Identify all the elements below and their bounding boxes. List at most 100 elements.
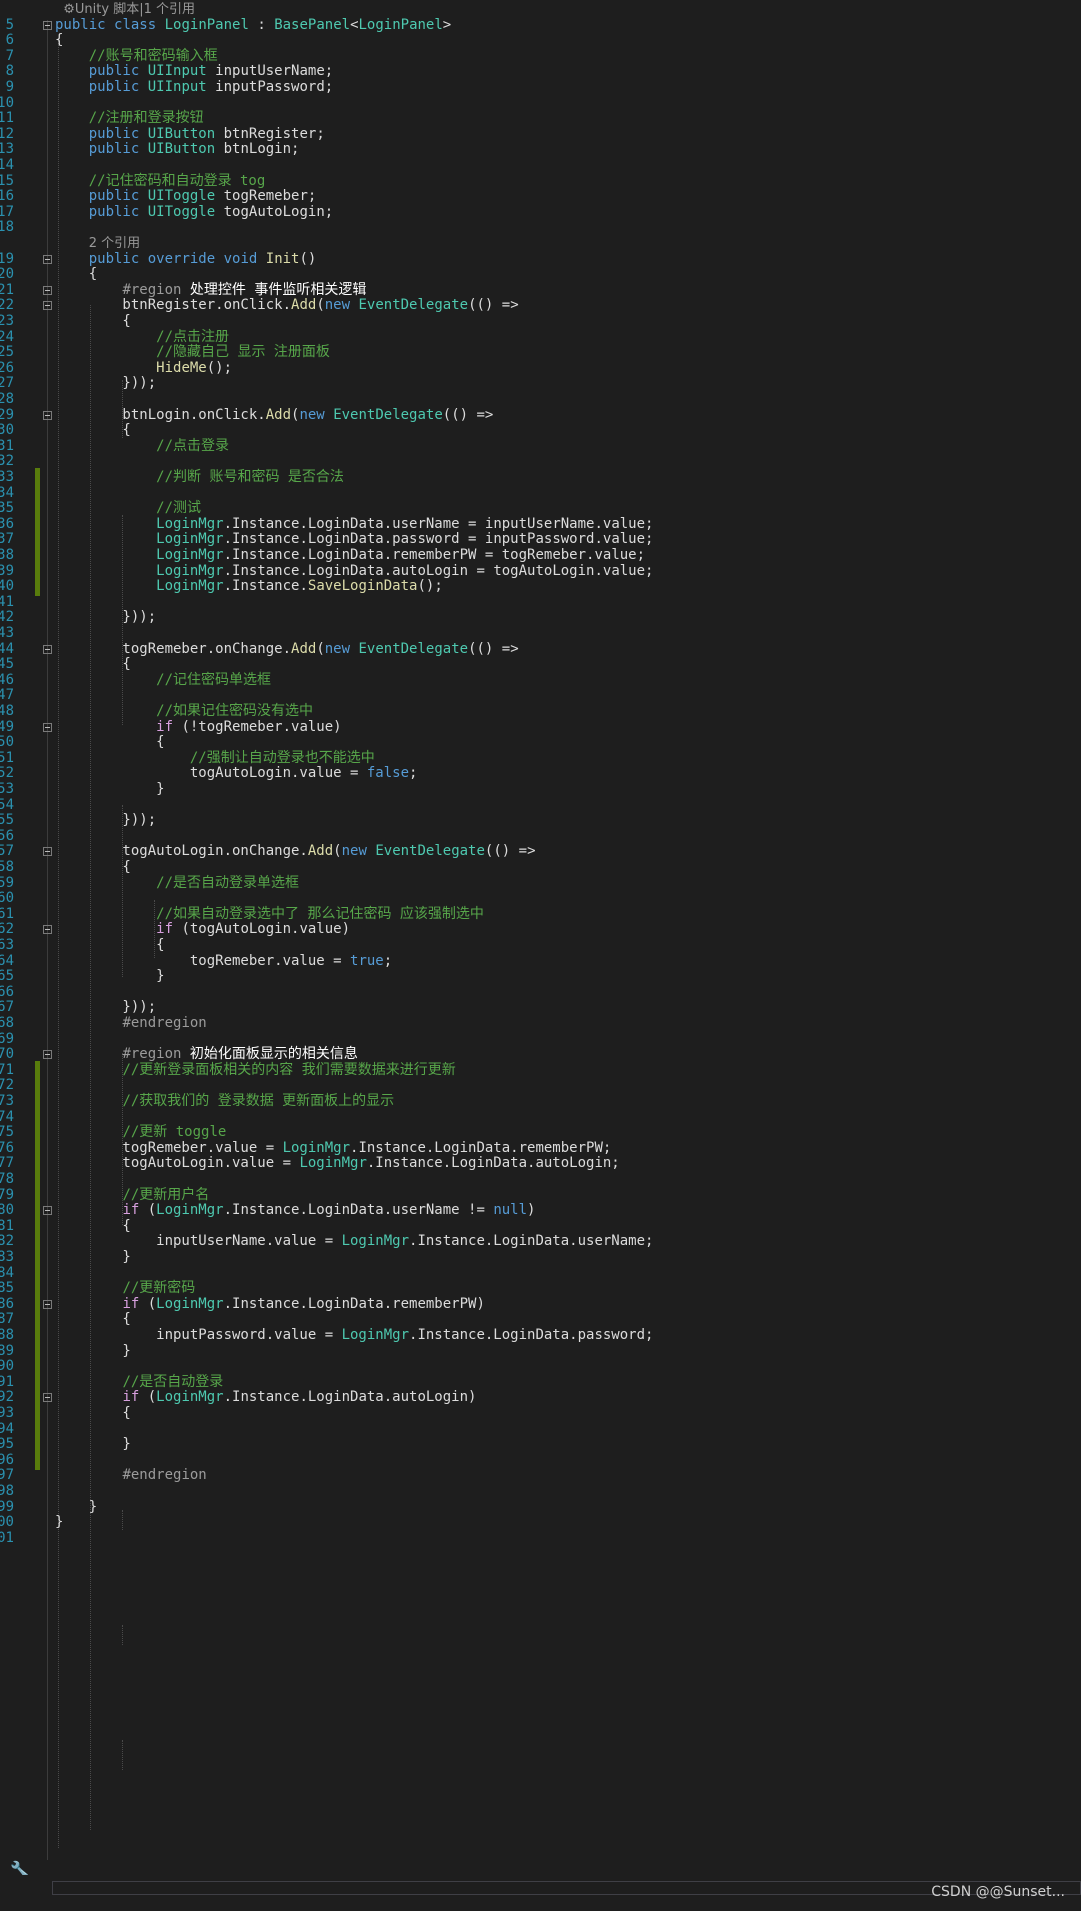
code-token: LoginMgr [341, 1327, 410, 1343]
code-token: } [55, 1249, 131, 1265]
code-token: ( [139, 1389, 157, 1405]
collapse-icon[interactable] [43, 411, 52, 420]
code-token: btnRegister.onClick. [55, 297, 292, 313]
code-token: togAutoLogin.value = [55, 1155, 300, 1171]
code-token: inputPassword.value = [55, 1327, 342, 1343]
code-token: .Instance.LoginData.userName; [409, 1233, 654, 1249]
code-token: if [122, 1202, 140, 1218]
collapse-icon[interactable] [43, 925, 52, 934]
indent-guide [122, 1740, 123, 1770]
code-token: new [341, 843, 367, 859]
code-token: .Instance.LoginData.password = inputPass… [223, 531, 654, 547]
collapse-icon[interactable] [43, 645, 52, 654]
code-token: if [156, 921, 174, 937]
code-editor[interactable]: ⚙Unity 脚本|1 个引用 5 public class LoginPanel … [0, 0, 1081, 1875]
code-token: //如果记住密码没有选中 [156, 703, 314, 719]
line-number: 101 [0, 1530, 14, 1546]
collapse-icon[interactable] [43, 286, 52, 295]
code-token: 初始化面板显示的相关信息 [189, 1046, 358, 1062]
code-token: ; [409, 765, 418, 781]
code-token: ) [527, 1202, 536, 1218]
code-token: })); [55, 609, 157, 625]
code-token: public [88, 141, 140, 157]
code-token: (togAutoLogin.value) [173, 921, 351, 937]
code-token: UIToggle [147, 188, 216, 204]
code-token: .Instance.LoginData.rememberPW = togReme… [223, 547, 646, 563]
collapse-icon[interactable] [43, 723, 52, 732]
code-token: { [55, 313, 131, 329]
code-line[interactable]: 101 [0, 1529, 1081, 1548]
code-token: { [55, 656, 131, 672]
code-token: EventDelegate [375, 843, 485, 859]
code-token: } [55, 968, 165, 984]
codelens-text[interactable]: ⚙Unity 脚本|1 个引用 [55, 2, 195, 17]
code-token: ( [316, 297, 325, 313]
code-token: public [88, 188, 140, 204]
collapse-icon[interactable] [43, 847, 52, 856]
code-token: })); [55, 812, 157, 828]
code-token: LoginMgr [156, 531, 224, 547]
code-token: null [493, 1202, 528, 1218]
code-token: (() => [468, 297, 519, 313]
code-token: { [55, 1405, 131, 1421]
code-token: LoginMgr [156, 547, 224, 563]
code-token: public [88, 79, 140, 95]
watermark-text: CSDN @@Sunset... [931, 1884, 1065, 1900]
code-token: } [55, 781, 165, 797]
code-token: //判断 账号和密码 是否合法 [156, 469, 344, 485]
code-token: //注册和登录按钮 [88, 110, 204, 126]
code-token: { [55, 1311, 131, 1327]
horizontal-scrollbar[interactable] [52, 1881, 1081, 1895]
code-token: { [55, 266, 98, 282]
code-token: { [55, 734, 165, 750]
status-bar: CSDN @@Sunset... [0, 1875, 1081, 1911]
collapse-icon[interactable] [43, 21, 52, 30]
code-token: inputUserName; [206, 63, 334, 79]
code-token: inputUserName.value = [55, 1233, 342, 1249]
code-token: togAutoLogin.value = [55, 765, 367, 781]
code-token: #endregion [122, 1467, 207, 1483]
code-token: Add [291, 297, 317, 313]
code-token: })); [55, 375, 157, 391]
collapse-icon[interactable] [43, 301, 52, 310]
code-token: (); [417, 578, 443, 594]
collapse-icon[interactable] [43, 255, 52, 264]
indent-guide [122, 1625, 123, 1645]
code-token: togAutoLogin.onChange. [55, 843, 308, 859]
code-token: .Instance.LoginData.autoLogin; [366, 1155, 620, 1171]
code-token: EventDelegate [358, 297, 469, 313]
code-token: .Instance.LoginData.password; [409, 1327, 654, 1343]
code-token: btnLogin; [215, 141, 300, 157]
code-token: if [122, 1389, 140, 1405]
code-token: ( [333, 843, 342, 859]
code-token: UIInput [147, 79, 207, 95]
code-token: LoginMgr [156, 578, 224, 594]
collapse-icon[interactable] [43, 1206, 52, 1215]
code-token: LoginMgr [156, 1389, 224, 1405]
collapse-icon[interactable] [43, 1050, 52, 1059]
codelens-text[interactable]: 2 个引用 [89, 236, 140, 251]
collapse-icon[interactable] [43, 1300, 52, 1309]
collapse-icon[interactable] [43, 1393, 52, 1402]
code-token: ( [139, 1202, 157, 1218]
